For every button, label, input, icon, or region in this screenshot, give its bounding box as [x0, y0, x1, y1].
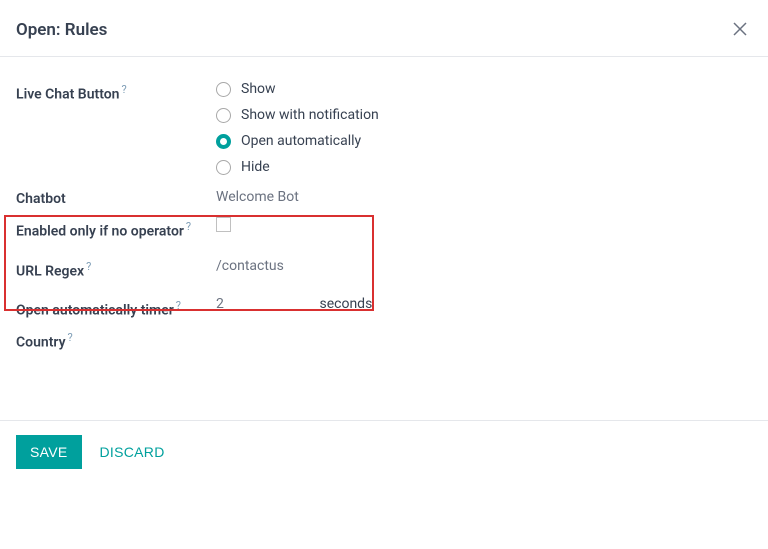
timer-value[interactable]: 2 — [216, 296, 316, 312]
radio-icon — [216, 160, 231, 175]
label-text: URL Regex — [16, 264, 84, 280]
label-live-chat-button: Live Chat Button? — [16, 81, 216, 103]
dialog-footer: SAVE DISCARD — [0, 421, 768, 485]
label-chatbot: Chatbot — [16, 189, 216, 207]
close-button[interactable] — [728, 16, 752, 44]
row-url-regex: URL Regex? /contactus — [16, 258, 752, 280]
radio-show[interactable]: Show — [216, 81, 752, 97]
radio-show-with-notification[interactable]: Show with notification — [216, 107, 752, 123]
radio-icon-selected — [216, 134, 231, 149]
chatbot-value[interactable]: Welcome Bot — [216, 189, 752, 205]
row-enabled-only-if-no-operator: Enabled only if no operator? — [16, 217, 752, 242]
radio-label: Show with notification — [241, 107, 379, 123]
label-open-automatically-timer: Open automatically timer? — [16, 296, 216, 321]
label-text: Live Chat Button — [16, 87, 120, 103]
help-icon[interactable]: ? — [176, 299, 181, 312]
form-body: Live Chat Button? Show Show with notific… — [0, 57, 768, 420]
label-text: Enabled only if no operator — [16, 224, 184, 240]
help-icon[interactable]: ? — [186, 220, 191, 233]
timer-unit: seconds — [319, 296, 372, 312]
help-icon[interactable]: ? — [86, 260, 91, 273]
enabled-only-checkbox-wrap — [216, 217, 752, 232]
row-country: Country? — [16, 329, 752, 351]
close-icon — [732, 21, 748, 37]
label-text: Chatbot — [16, 191, 66, 207]
radio-icon — [216, 82, 231, 97]
label-url-regex: URL Regex? — [16, 258, 216, 280]
row-chatbot: Chatbot Welcome Bot — [16, 189, 752, 207]
label-text: Open automatically timer — [16, 302, 174, 318]
dialog-title: Open: Rules — [16, 20, 107, 40]
radio-open-automatically[interactable]: Open automatically — [216, 133, 752, 149]
label-country: Country? — [16, 329, 216, 351]
radio-label: Open automatically — [241, 133, 361, 149]
dialog-header: Open: Rules — [0, 0, 768, 56]
enabled-only-checkbox[interactable] — [216, 217, 231, 232]
timer-value-wrap: 2 seconds — [216, 296, 752, 312]
radio-icon — [216, 108, 231, 123]
radio-group: Show Show with notification Open automat… — [216, 81, 752, 175]
help-icon[interactable]: ? — [122, 83, 127, 96]
save-button[interactable]: SAVE — [16, 435, 82, 469]
label-text: Country — [16, 334, 66, 350]
live-chat-button-options: Show Show with notification Open automat… — [216, 81, 752, 175]
label-enabled-only-if-no-operator: Enabled only if no operator? — [16, 217, 216, 242]
discard-button[interactable]: DISCARD — [100, 444, 165, 460]
radio-label: Hide — [241, 159, 270, 175]
radio-label: Show — [241, 81, 276, 97]
help-icon[interactable]: ? — [68, 331, 73, 344]
row-open-automatically-timer: Open automatically timer? 2 seconds — [16, 296, 752, 321]
row-live-chat-button: Live Chat Button? Show Show with notific… — [16, 81, 752, 175]
radio-hide[interactable]: Hide — [216, 159, 752, 175]
url-regex-value[interactable]: /contactus — [216, 258, 752, 274]
